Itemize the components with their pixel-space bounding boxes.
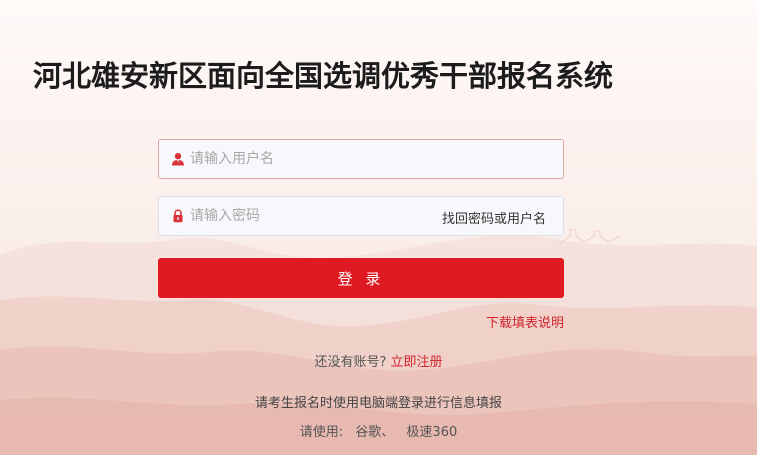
username-input[interactable] <box>190 140 440 178</box>
password-input[interactable] <box>190 197 440 235</box>
login-form: 找回密码或用户名 登 录 下载填表说明 <box>158 139 564 331</box>
browser-chrome: 谷歌、 <box>355 425 395 440</box>
register-prompt: 还没有账号? 立即注册 <box>0 351 757 370</box>
browser-tip-label: 请使用: <box>299 425 344 440</box>
recover-account-link[interactable]: 找回密码或用户名 <box>442 208 546 227</box>
username-field[interactable] <box>158 139 564 179</box>
device-notice: 请考生报名时使用电脑端登录进行信息填报 <box>254 396 502 411</box>
register-link[interactable]: 立即注册 <box>390 355 442 370</box>
browser-360-speed: 极速360 <box>406 425 458 440</box>
login-button[interactable]: 登 录 <box>158 258 564 298</box>
browser-recommendation: 请使用: 谷歌、 极速360 <box>0 421 757 440</box>
user-icon <box>172 153 184 166</box>
lock-icon <box>173 209 183 223</box>
page-title: 河北雄安新区面向全国选调优秀干部报名系统 <box>33 59 614 93</box>
register-prompt-text: 还没有账号? <box>314 355 387 370</box>
password-field[interactable]: 找回密码或用户名 <box>158 196 564 236</box>
download-instructions-link[interactable]: 下载填表说明 <box>486 312 564 331</box>
